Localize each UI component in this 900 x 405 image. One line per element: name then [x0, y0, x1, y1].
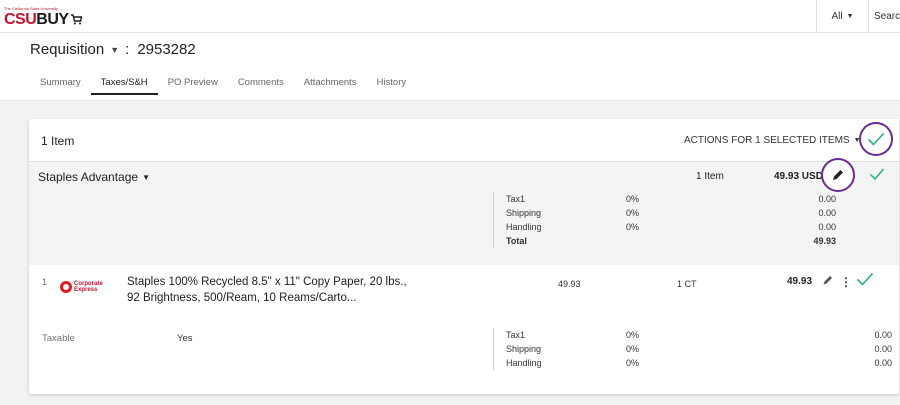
search-input[interactable]: Search [868, 0, 900, 33]
tab-taxes-sh[interactable]: Taxes/S&H [90, 77, 158, 95]
tax-row: Shipping 0% 0.00 [506, 206, 853, 220]
tax-row: Shipping 0% 0.00 [506, 342, 893, 356]
tax-amount: 0.00 [818, 208, 836, 218]
scope-select[interactable]: All ▼ [816, 0, 868, 33]
supplier-item-count: 1 Item [696, 171, 724, 182]
pencil-icon [823, 276, 832, 285]
tax-amount: 0.00 [818, 222, 836, 232]
requisition-header: Requisition ▼ : 2953282 Summary Taxes/S&… [0, 33, 900, 101]
supplier-logo: Corporate Express [60, 277, 110, 297]
tax-pct: 0% [626, 194, 640, 204]
tax-pct: 0% [626, 344, 640, 354]
scope-select-value: All [831, 11, 843, 22]
requisition-label: Requisition [30, 41, 105, 58]
supplier-name: Staples Advantage [38, 170, 139, 184]
actions-label: ACTIONS FOR 1 SELECTED ITEMS [684, 135, 850, 146]
tax-label: Shipping [506, 344, 542, 354]
tax-pct: 0% [626, 358, 640, 368]
supplier-name-dropdown[interactable]: Staples Advantage ▼ [38, 170, 150, 184]
tab-bar: Summary Taxes/S&H PO Preview Comments At… [30, 77, 416, 95]
cart-icon [70, 14, 82, 25]
item-tax-table: Tax1 0% 0.00 Shipping 0% 0.00 Handling 0% 0.00 [493, 328, 893, 370]
tax-label: Handling [506, 358, 542, 368]
tax-label: Tax1 [506, 330, 526, 340]
tax-pct: 0% [626, 222, 640, 232]
corporate-express-mark-icon [60, 281, 72, 293]
taxable-value: Yes [177, 333, 193, 344]
tab-comments[interactable]: Comments [228, 77, 294, 95]
card-header: 1 Item ACTIONS FOR 1 SELECTED ITEMS ▼ [29, 119, 899, 162]
quantity: 1 CT [677, 279, 697, 289]
items-count: 1 Item [41, 134, 75, 148]
tax-row: Tax1 0% 0.00 [506, 328, 893, 342]
taxable-label: Taxable [42, 333, 75, 344]
line-item: 1 Corporate Express Staples 100% Recycle… [29, 265, 899, 320]
supplier-total: 49.93 USD [774, 171, 823, 182]
tax-pct: 0% [626, 330, 640, 340]
more-options-icon[interactable]: ⋮ [840, 275, 852, 289]
tax-label: Shipping [506, 208, 542, 218]
item-check-icon[interactable] [856, 270, 874, 291]
chevron-down-icon: ▼ [846, 13, 854, 20]
logo-rest: BUY [36, 11, 69, 28]
tab-history[interactable]: History [367, 77, 417, 95]
logo-line2: Express [74, 287, 98, 293]
unit-price: 49.93 [558, 279, 581, 289]
pencil-icon [833, 170, 843, 180]
corporate-express-wordmark: Corporate Express [74, 281, 103, 293]
supplier-tax-table: Tax1 0% 0.00 Shipping 0% 0.00 Handling 0% 0.00… [493, 192, 853, 248]
tax-row-total: Total 49.93 [506, 234, 853, 248]
tax-amount: 49.93 [813, 236, 836, 246]
tax-pct: 0% [626, 208, 640, 218]
check-icon [867, 132, 885, 146]
tax-amount: 0.00 [818, 194, 836, 204]
item-edit-button[interactable] [822, 274, 834, 289]
requisition-number: 2953282 [137, 41, 196, 58]
items-card: 1 Item ACTIONS FOR 1 SELECTED ITEMS ▼ St… [29, 119, 899, 394]
supplier-edit-button[interactable] [821, 158, 855, 192]
supplier-row: Staples Advantage ▼ 1 Item 49.93 USD Tax… [29, 158, 899, 265]
actions-dropdown[interactable]: ACTIONS FOR 1 SELECTED ITEMS ▼ [684, 135, 861, 146]
item-description-link[interactable]: Staples 100% Recycled 8.5" x 11" Copy Pa… [127, 274, 417, 308]
tax-row: Handling 0% 0.00 [506, 220, 853, 234]
tax-label: Handling [506, 222, 542, 232]
search-label: Search [874, 11, 900, 22]
taxable-row: Taxable Yes Tax1 0% 0.00 Shipping 0% 0.00 Ha… [29, 320, 899, 380]
top-bar: The California State University CSUBUY A… [0, 0, 900, 33]
tab-attachments[interactable]: Attachments [294, 77, 367, 95]
line-total: 49.93 [787, 276, 813, 287]
csubuy-logo[interactable]: The California State University CSUBUY [4, 6, 84, 30]
tab-po-preview[interactable]: PO Preview [158, 77, 228, 95]
tax-row: Tax1 0% 0.00 [506, 192, 853, 206]
tax-label: Total [506, 236, 527, 246]
page-title: Requisition ▼ : 2953282 [30, 41, 196, 58]
tax-amount: 0.00 [874, 344, 892, 354]
tax-amount: 0.00 [874, 358, 892, 368]
requisition-dropdown-icon[interactable]: ▼ [110, 45, 119, 55]
chevron-down-icon: ▼ [142, 172, 150, 182]
logo-brand: CSU [4, 11, 37, 28]
tax-label: Tax1 [506, 194, 526, 204]
select-all-check-button[interactable] [859, 122, 893, 156]
tax-row: Handling 0% 0.00 [506, 356, 893, 370]
logo-wordmark: CSUBUY [4, 11, 82, 29]
requisition-separator: : [125, 41, 130, 58]
tax-amount: 0.00 [874, 330, 892, 340]
tab-summary[interactable]: Summary [30, 77, 91, 95]
supplier-check-icon[interactable] [869, 167, 885, 185]
line-number: 1 [42, 277, 48, 287]
